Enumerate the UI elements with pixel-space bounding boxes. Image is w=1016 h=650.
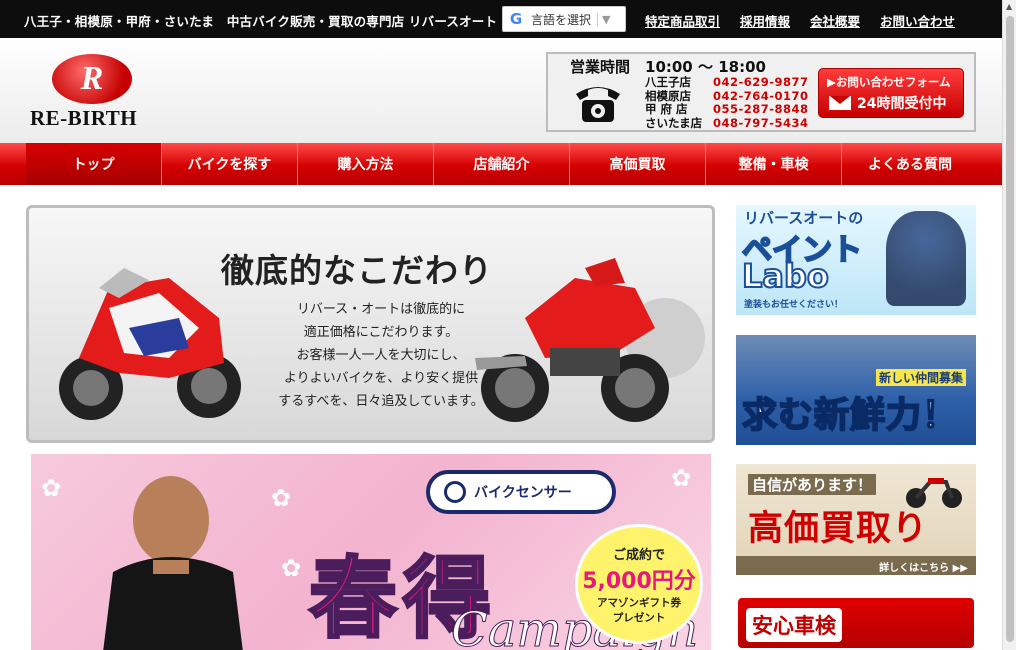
recruit-banner[interactable]: 新しい仲間募集 求む新鮮力！ [736, 335, 976, 445]
link-recruit[interactable]: 採用情報 [740, 11, 790, 30]
painter-photo [886, 211, 966, 306]
nav-item-maintenance[interactable]: 整備・車検 [706, 143, 842, 185]
nav-item-top[interactable]: トップ [26, 143, 162, 185]
scroll-up-icon[interactable]: ▲ [1006, 2, 1012, 11]
more-link[interactable]: 詳しくはこちら ▶▶ [736, 556, 976, 575]
link-tokutei[interactable]: 特定商品取引 [645, 11, 720, 30]
scrollbar-thumb[interactable] [1006, 16, 1014, 642]
chevron-down-icon: ▼ [597, 12, 610, 26]
store-row: 八王子店 042-629-9877 [645, 75, 809, 90]
blossom-icon: ✿ [41, 474, 62, 502]
phone-number[interactable]: 048-797-5434 [713, 116, 809, 131]
language-select[interactable]: G 言語を選択 ▼ [502, 6, 626, 32]
logo-text[interactable]: RE-BIRTH [30, 106, 137, 131]
business-hours-box: 営業時間 10:00 〜 18:00 八王子店 042-629-9877 相模原店… [546, 52, 976, 132]
blossom-icon: ✿ [671, 464, 692, 492]
mail-icon [829, 96, 851, 110]
campaign-banner[interactable]: ✿ ✿ ✿ ✿ バイクセンサー 春得 Campaign ご成約で 5,000円分… [31, 454, 711, 650]
contact-form-button[interactable]: ▶お問い合わせフォーム 24時間受付中 [818, 68, 964, 118]
nav-item-search-bike[interactable]: バイクを探す [162, 143, 298, 185]
nav-item-stores[interactable]: 店舗紹介 [434, 143, 570, 185]
nav-item-buyback[interactable]: 高価買取 [570, 143, 706, 185]
hero-banner: 徹底的なこだわり リバース・オートは徹底的に 適正価格にこだわります。 お客様一… [26, 205, 715, 443]
hero-title: 徹底的なこだわり [221, 251, 493, 290]
phone-number[interactable]: 042-629-9877 [713, 75, 809, 90]
blossom-icon: ✿ [271, 484, 292, 512]
top-links: 特定商品取引 採用情報 会社概要 お問い合わせ [645, 11, 975, 30]
buyback-banner[interactable]: 自信があります！ 高価買取り 詳しくはこちら ▶▶ [736, 464, 976, 575]
store-phone-list: 八王子店 042-629-9877 相模原店 042-764-0170 甲 府 店0… [645, 75, 809, 131]
nav-item-purchase[interactable]: 購入方法 [298, 143, 434, 185]
logo-mark[interactable]: R [52, 54, 132, 104]
motorcycle-image-left [59, 268, 241, 420]
phone-number[interactable]: 055-287-8848 [713, 102, 809, 117]
link-contact[interactable]: お問い合わせ [880, 11, 955, 30]
nav-item-faq[interactable]: よくある質問 [842, 143, 978, 185]
celebrity-photo [103, 476, 243, 650]
telephone-icon [576, 87, 620, 122]
gift-circle: ご成約で 5,000円分 アマゾンギフト券 プレゼント [575, 524, 703, 644]
site-tagline: 八王子・相模原・甲府・さいたま 中古バイク販売・買取の専門店 リバースオート [24, 14, 498, 29]
inspection-banner[interactable]: 安心車検 [736, 596, 976, 650]
store-row: 甲 府 店 055-287-8848 [645, 102, 809, 117]
store-row: 相模原店 042-764-0170 [645, 88, 809, 104]
link-company[interactable]: 会社概要 [810, 11, 860, 30]
page-scrollbar[interactable]: ▲ [1002, 0, 1016, 650]
business-hours-title: 営業時間 10:00 〜 18:00 [570, 58, 766, 76]
google-icon: G [509, 10, 523, 28]
blossom-icon: ✿ [281, 554, 302, 582]
bikesensor-badge: バイクセンサー [426, 470, 616, 514]
top-bar: 八王子・相模原・甲府・さいたま 中古バイク販売・買取の専門店 リバースオート G… [0, 0, 1002, 38]
language-select-label: 言語を選択 [531, 12, 592, 27]
paint-labo-banner[interactable]: リバースオートの ペイント Labo 塗装もお任せください！ [736, 205, 976, 315]
bikesensor-icon [444, 481, 466, 503]
main-nav: トップ バイクを探す 購入方法 店舗紹介 高価買取 整備・車検 よくある質問 [0, 143, 1002, 185]
phone-number[interactable]: 042-764-0170 [713, 89, 809, 104]
motorcycle-image-right [475, 258, 705, 422]
site-header: R RE-BIRTH 営業時間 10:00 〜 18:00 八王子店 042-62… [0, 38, 1002, 143]
store-row: さいたま店 048-797-5434 [645, 115, 809, 131]
